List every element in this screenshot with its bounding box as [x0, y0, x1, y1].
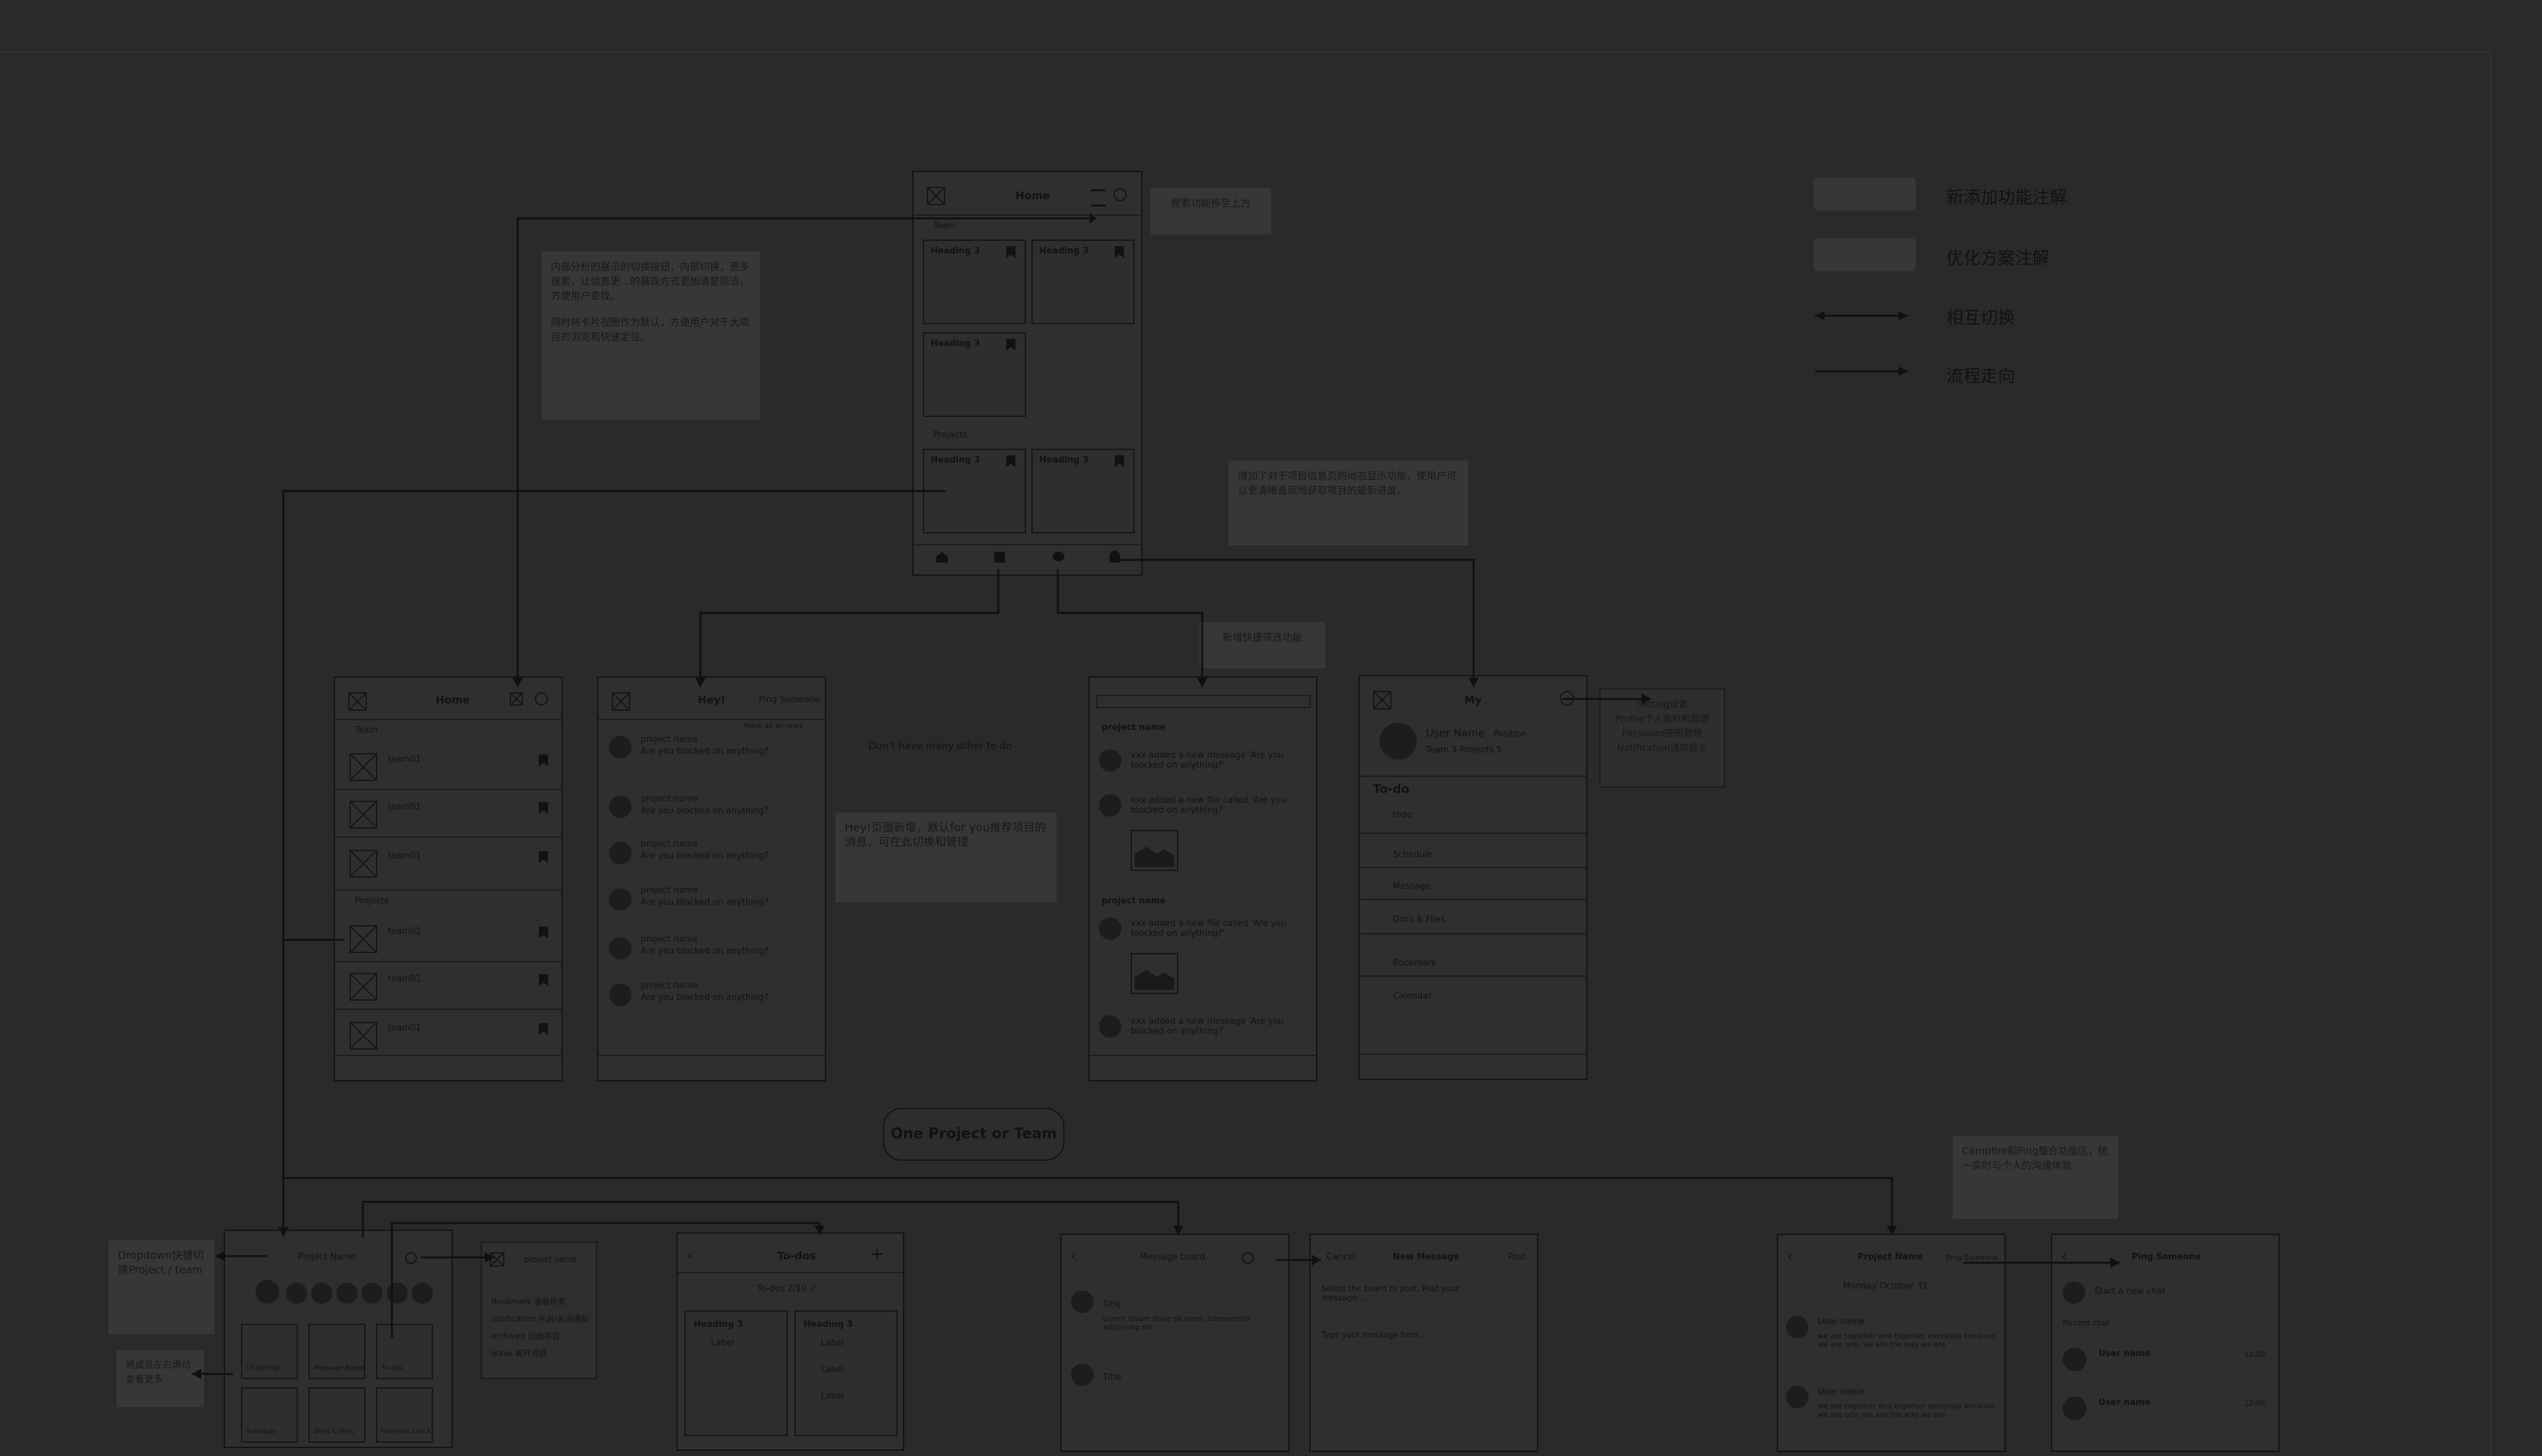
project-to-detail-arrow	[282, 490, 945, 1236]
flow-arrows	[192, 213, 2120, 1379]
home-to-activity-arrow	[1057, 569, 1203, 687]
to-todos	[391, 1222, 821, 1338]
home-to-hey-arrow	[699, 569, 1000, 687]
home-to-my-arrow	[1115, 559, 1475, 687]
home-to-list-arrow	[516, 217, 1096, 687]
to-message-board	[361, 1201, 1180, 1238]
diagram-canvas: 新添加功能注解 优化方案注解 相互切换 流程走向 Home Team Headi…	[0, 0, 2542, 1456]
to-project-chat	[283, 1177, 1893, 1235]
